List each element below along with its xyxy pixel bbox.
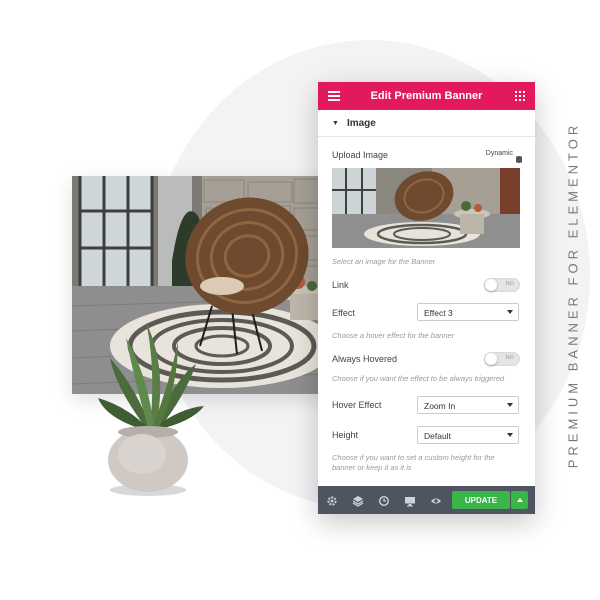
- tagline-text: PREMIUM BANNER FOR ELEMENTOR: [565, 121, 581, 469]
- editor-panel: Edit Premium Banner ▼ Image Upload Image…: [318, 82, 535, 514]
- eye-icon[interactable]: [430, 494, 442, 506]
- update-button-label: UPDATE: [464, 495, 498, 505]
- layers-icon[interactable]: [352, 494, 364, 507]
- link-label: Link: [332, 280, 349, 290]
- image-upload-preview[interactable]: [332, 168, 520, 248]
- panel-footer: UPDATE: [318, 486, 535, 514]
- effect-hint: Choose a hover effect for the banner: [332, 331, 455, 340]
- effect-select[interactable]: Effect 3: [417, 303, 519, 321]
- height-select[interactable]: Default: [417, 426, 519, 444]
- height-hint-line2: banner or keep it as it is: [332, 463, 412, 472]
- caret-down-icon: ▼: [332, 119, 339, 127]
- hover-effect-label: Hover Effect: [332, 400, 382, 410]
- hamburger-icon[interactable]: [328, 91, 340, 101]
- effect-label: Effect: [332, 308, 355, 318]
- potted-plant-image: [96, 318, 206, 498]
- history-icon[interactable]: [378, 494, 390, 507]
- hover-effect-select[interactable]: Zoom In: [417, 396, 519, 414]
- gear-icon[interactable]: [326, 494, 338, 506]
- height-hint-line1: Choose if you want to set a custom heigh…: [332, 453, 495, 462]
- chevron-down-icon: [507, 310, 513, 314]
- vertical-tagline: PREMIUM BANNER FOR ELEMENTOR: [563, 95, 583, 495]
- update-options-chevron-up-icon[interactable]: [511, 491, 528, 509]
- link-toggle-text: NO: [505, 281, 514, 287]
- height-label: Height: [332, 430, 359, 440]
- always-hovered-toggle[interactable]: NO: [484, 352, 520, 366]
- desktop-icon[interactable]: [404, 494, 416, 507]
- panel-title: Edit Premium Banner: [370, 90, 483, 102]
- hover-effect-select-value: Zoom In: [424, 401, 456, 411]
- effect-select-value: Effect 3: [424, 308, 453, 318]
- update-button[interactable]: UPDATE: [452, 491, 510, 509]
- height-select-value: Default: [424, 431, 451, 441]
- dynamic-tags-link[interactable]: Dynamic: [486, 150, 513, 157]
- database-icon[interactable]: [516, 150, 522, 163]
- upload-image-label: Upload Image: [332, 150, 389, 160]
- section-image-toggle[interactable]: ▼ Image: [318, 110, 535, 137]
- chevron-down-icon: [507, 403, 513, 407]
- always-hovered-label: Always Hovered: [332, 354, 398, 364]
- apps-grid-icon[interactable]: [515, 91, 525, 101]
- link-toggle[interactable]: NO: [484, 278, 520, 292]
- always-hovered-hint: Choose if you want the effect to be alwa…: [332, 374, 505, 383]
- chevron-down-icon: [507, 433, 513, 437]
- always-hovered-toggle-text: NO: [505, 355, 514, 361]
- section-title: Image: [346, 117, 376, 129]
- panel-header: Edit Premium Banner: [318, 82, 535, 110]
- upload-hint: Select an image for the Banner: [332, 257, 436, 266]
